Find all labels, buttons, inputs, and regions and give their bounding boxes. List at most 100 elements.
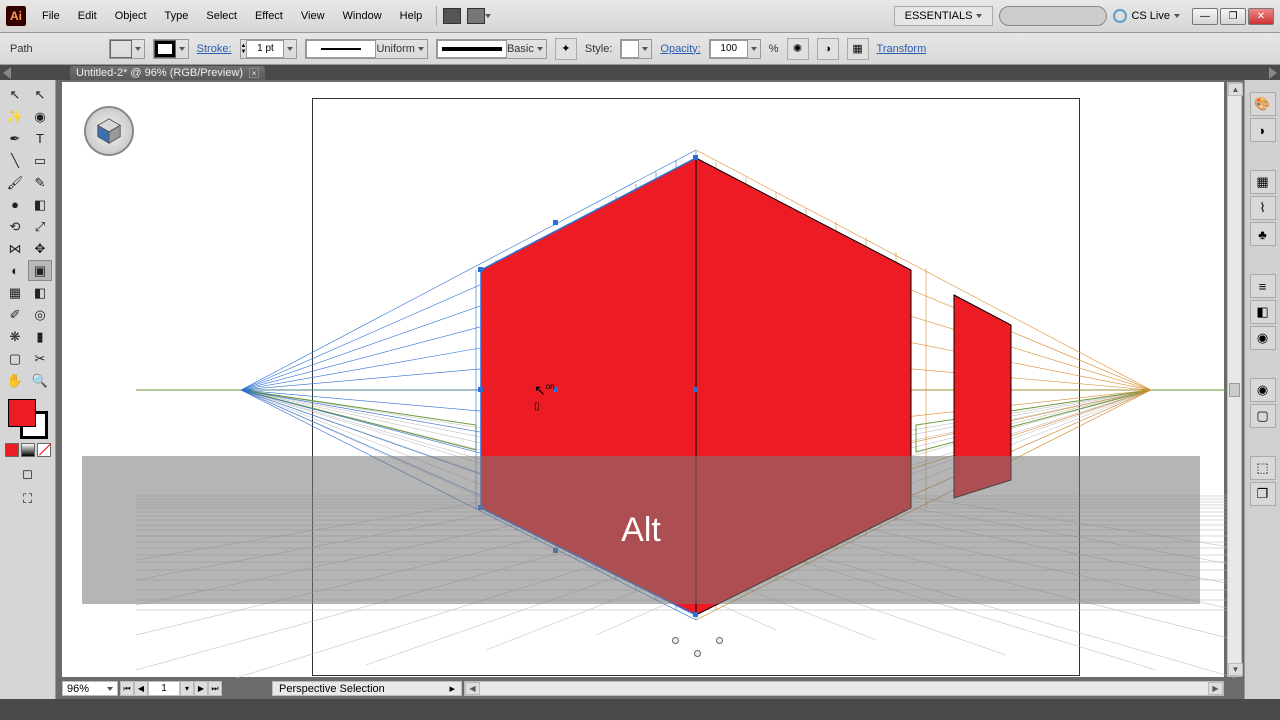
maximize-button[interactable]: ❐ <box>1220 8 1246 25</box>
fill-stroke-indicator[interactable] <box>8 399 48 439</box>
graphic-style[interactable] <box>620 39 652 59</box>
cs-live-button[interactable]: CS Live <box>1113 9 1180 23</box>
chevron-down-icon[interactable]: ▾ <box>180 681 194 696</box>
symbols-panel-icon[interactable]: ♣ <box>1250 222 1276 246</box>
opacity-label[interactable]: Opacity: <box>660 43 700 55</box>
scroll-right-icon[interactable]: ▶ <box>1208 682 1223 695</box>
last-artboard-button[interactable]: ⏭ <box>208 681 222 696</box>
fill-swatch[interactable] <box>109 39 145 59</box>
search-input[interactable] <box>999 6 1107 26</box>
stroke-weight-input[interactable]: ▲▼ 1 pt <box>240 39 298 59</box>
menu-window[interactable]: Window <box>335 6 390 26</box>
fill-indicator[interactable] <box>8 399 36 427</box>
scale-tool[interactable]: ⤢ <box>28 216 52 237</box>
eraser-tool[interactable]: ◧ <box>28 194 52 215</box>
transparency-panel-icon[interactable]: ◉ <box>1250 326 1276 350</box>
zoom-level[interactable]: 96% <box>62 681 118 696</box>
hand-tool[interactable]: ✋ <box>3 370 27 391</box>
next-artboard-button[interactable]: ▶ <box>194 681 208 696</box>
scrollbar-vertical[interactable]: ▲ ▼ <box>1227 82 1242 677</box>
perspective-grid-tool[interactable]: ▣ <box>28 260 52 281</box>
pencil-tool[interactable]: ✎ <box>28 172 52 193</box>
menu-type[interactable]: Type <box>157 6 197 26</box>
direct-selection-tool[interactable]: ↖ <box>28 84 52 105</box>
menu-object[interactable]: Object <box>107 6 155 26</box>
brush-definition[interactable]: Basic <box>436 39 547 59</box>
graphic-styles-panel-icon[interactable]: ▢ <box>1250 404 1276 428</box>
select-similar-icon[interactable]: ◑ <box>817 38 839 60</box>
brush-options-icon[interactable]: ✦ <box>555 38 577 60</box>
scrollbar-horizontal[interactable]: ◀ ▶ <box>464 681 1224 696</box>
workspace-switcher[interactable]: ESSENTIALS <box>894 6 994 26</box>
free-transform-tool[interactable]: ✥ <box>28 238 52 259</box>
prev-artboard-button[interactable]: ◀ <box>134 681 148 696</box>
gradient-panel-icon[interactable]: ◧ <box>1250 300 1276 324</box>
perspective-plane-widget[interactable] <box>84 106 134 156</box>
tab-scroll-left-icon[interactable] <box>3 67 11 79</box>
line-tool[interactable]: ╲ <box>3 150 27 171</box>
first-artboard-button[interactable]: ⏮ <box>120 681 134 696</box>
eyedropper-tool[interactable]: ✐ <box>3 304 27 325</box>
tab-scroll-right-icon[interactable] <box>1269 67 1277 79</box>
blob-brush-tool[interactable]: ● <box>3 194 27 215</box>
draw-mode-icon[interactable]: ◻ <box>10 463 46 484</box>
swatches-panel-icon[interactable]: ▦ <box>1250 170 1276 194</box>
width-tool[interactable]: ⋈ <box>3 238 27 259</box>
artboards-panel-icon[interactable]: ❐ <box>1250 482 1276 506</box>
stroke-label[interactable]: Stroke: <box>197 43 232 55</box>
menu-view[interactable]: View <box>293 6 333 26</box>
opacity-input[interactable]: 100 <box>709 39 761 59</box>
menu-help[interactable]: Help <box>392 6 431 26</box>
appearance-panel-icon[interactable]: ◉ <box>1250 378 1276 402</box>
menu-effect[interactable]: Effect <box>247 6 291 26</box>
align-icon[interactable]: ▦ <box>847 38 869 60</box>
stroke-swatch[interactable] <box>153 39 189 59</box>
grid-handle[interactable] <box>716 637 723 644</box>
color-guide-panel-icon[interactable]: ◗ <box>1250 118 1276 142</box>
stroke-weight-value[interactable]: 1 pt <box>246 40 284 58</box>
blend-tool[interactable]: ◎ <box>28 304 52 325</box>
screen-mode-icon[interactable]: ⛶ <box>10 488 46 509</box>
lasso-tool[interactable]: ◉ <box>28 106 52 127</box>
grid-handle[interactable] <box>672 637 679 644</box>
brushes-panel-icon[interactable]: ⌇ <box>1250 196 1276 220</box>
gradient-tool[interactable]: ◧ <box>28 282 52 303</box>
artboard-number-input[interactable] <box>148 681 180 696</box>
scroll-left-icon[interactable]: ◀ <box>465 682 480 695</box>
grid-handle[interactable] <box>694 650 701 657</box>
menu-select[interactable]: Select <box>198 6 245 26</box>
status-tool-name[interactable]: Perspective Selection ▸ <box>272 681 462 696</box>
mesh-tool[interactable]: ▦ <box>3 282 27 303</box>
symbol-sprayer-tool[interactable]: ❋ <box>3 326 27 347</box>
arrange-documents-icon[interactable] <box>467 8 485 24</box>
close-tab-icon[interactable]: × <box>249 68 259 78</box>
menu-file[interactable]: File <box>34 6 68 26</box>
zoom-tool[interactable]: 🔍 <box>28 370 52 391</box>
slice-tool[interactable]: ✂ <box>28 348 52 369</box>
paintbrush-tool[interactable]: 🖌 <box>3 172 27 193</box>
recolor-icon[interactable]: ✺ <box>787 38 809 60</box>
variable-width-profile[interactable]: Uniform <box>305 39 428 59</box>
document-tab[interactable]: Untitled-2* @ 96% (RGB/Preview) × <box>70 66 265 80</box>
minimize-button[interactable]: — <box>1192 8 1218 25</box>
gradient-mode-icon[interactable] <box>21 443 35 457</box>
magic-wand-tool[interactable]: ✨ <box>3 106 27 127</box>
rectangle-tool[interactable]: ▭ <box>28 150 52 171</box>
layers-panel-icon[interactable]: ⬚ <box>1250 456 1276 480</box>
color-mode-icon[interactable] <box>5 443 19 457</box>
scroll-thumb[interactable] <box>1229 383 1240 397</box>
transform-link[interactable]: Transform <box>877 43 927 55</box>
menu-edit[interactable]: Edit <box>70 6 105 26</box>
column-graph-tool[interactable]: ▮ <box>28 326 52 347</box>
close-button[interactable]: ✕ <box>1248 8 1274 25</box>
selection-tool[interactable]: ↖ <box>3 84 27 105</box>
rotate-tool[interactable]: ⟲ <box>3 216 27 237</box>
stroke-panel-icon[interactable]: ≡ <box>1250 274 1276 298</box>
color-panel-icon[interactable]: 🎨 <box>1250 92 1276 116</box>
type-tool[interactable]: T <box>28 128 52 149</box>
bridge-icon[interactable] <box>443 8 461 24</box>
none-mode-icon[interactable] <box>37 443 51 457</box>
artboard-tool[interactable]: ▢ <box>3 348 27 369</box>
canvas-area[interactable]: ↖on ▯ Alt ▲ ▼ 96% ⏮ ◀ ▾ ▶ ⏭ Perspective … <box>56 80 1244 699</box>
shape-builder-tool[interactable]: ◐ <box>3 260 27 281</box>
